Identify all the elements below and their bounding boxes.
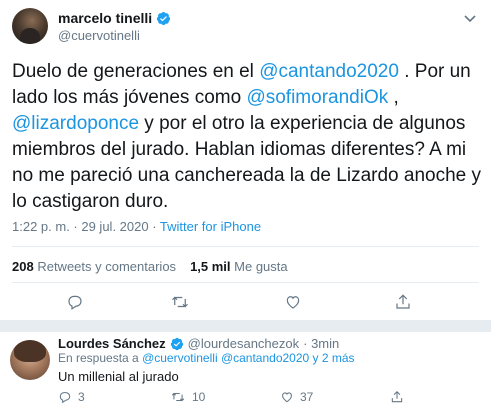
likes-stat[interactable]: 1,5 mil Me gusta bbox=[190, 259, 288, 274]
mention-link[interactable]: @sofimorandiOk bbox=[246, 87, 388, 108]
replying-to: En respuesta a @cuervotinelli @cantando2… bbox=[58, 351, 355, 365]
tweet-text-line: miembros del jurado. Hablan idiomas dife… bbox=[12, 137, 482, 163]
avatar[interactable] bbox=[10, 340, 50, 380]
likes-label: Me gusta bbox=[234, 259, 288, 274]
tweet-stats: 208 Retweets y comentarios 1,5 mil Me gu… bbox=[12, 259, 288, 274]
tweet-text-segment: miembros del jurado. Hablan idiomas dife… bbox=[12, 139, 467, 160]
reply-likes-count: 37 bbox=[300, 390, 314, 404]
likes-count: 1,5 mil bbox=[190, 259, 231, 274]
tweet-text-segment: . Por un bbox=[398, 61, 471, 82]
retweets-label: Retweets y comentarios bbox=[37, 259, 177, 274]
tweet-header: marcelo tinelli @cuervotinelli bbox=[0, 0, 491, 52]
tweet-text-segment: y por el otro la experiencia de algunos bbox=[139, 113, 466, 134]
reply-button[interactable] bbox=[65, 292, 85, 312]
author-name-row: marcelo tinelli bbox=[58, 10, 171, 26]
author-name[interactable]: marcelo tinelli bbox=[58, 10, 152, 26]
reply-timestamp[interactable]: · 3min bbox=[303, 336, 339, 351]
replying-to-prefix: En respuesta a bbox=[58, 351, 143, 365]
mention-link[interactable]: @lizardoponce bbox=[12, 113, 139, 134]
author-handle[interactable]: @cuervotinelli bbox=[58, 28, 140, 43]
reply-share-button[interactable] bbox=[390, 390, 404, 404]
share-icon bbox=[391, 391, 403, 403]
divider bbox=[12, 246, 479, 247]
reply-replies-count: 3 bbox=[78, 390, 85, 404]
reply-author-handle[interactable]: @lourdesanchezok bbox=[188, 336, 299, 351]
tweet-text-line: lado los más jóvenes como @sofimorandiOk… bbox=[12, 85, 482, 111]
conversation-separator bbox=[0, 320, 491, 332]
tweet-timestamp[interactable]: 1:22 p. m. · 29 jul. 2020 · bbox=[12, 219, 160, 234]
verified-badge-icon bbox=[170, 337, 183, 350]
tweet-meta: 1:22 p. m. · 29 jul. 2020 · Twitter for … bbox=[12, 219, 261, 234]
reply-reply-button[interactable]: 3 bbox=[58, 390, 85, 404]
tweet-text-line: lo castigaron duro. bbox=[12, 189, 482, 215]
retweets-count: 208 bbox=[12, 259, 34, 274]
reply-text: Un millenial al jurado bbox=[58, 369, 179, 384]
tweet-text-segment: , bbox=[388, 87, 399, 108]
replying-to-users-link[interactable]: @cuervotinelli @cantando2020 y 2 más bbox=[142, 351, 354, 365]
reply-icon bbox=[68, 295, 82, 310]
retweet-button[interactable] bbox=[170, 292, 190, 312]
like-button[interactable] bbox=[283, 292, 303, 312]
reply-like-button[interactable]: 37 bbox=[280, 390, 313, 404]
reply-tweet[interactable]: Lourdes Sánchez @lourdesanchezok · 3min … bbox=[0, 332, 491, 415]
reply-author-name[interactable]: Lourdes Sánchez bbox=[58, 336, 166, 351]
divider bbox=[12, 282, 479, 283]
reply-retweet-button[interactable]: 10 bbox=[170, 390, 205, 404]
tweet-text-line: no me pareció una canchereada la de Liza… bbox=[12, 163, 482, 189]
tweet-text-segment: Duelo de generaciones en el bbox=[12, 61, 260, 82]
tweet-text: Duelo de generaciones en el @cantando202… bbox=[12, 59, 482, 215]
tweet-text-segment: lado los más jóvenes como bbox=[12, 87, 247, 108]
like-icon bbox=[282, 392, 292, 403]
retweet-icon bbox=[171, 392, 185, 402]
tweet-source-link[interactable]: Twitter for iPhone bbox=[160, 219, 261, 234]
tweet-text-line: @lizardoponce y por el otro la experienc… bbox=[12, 111, 482, 137]
share-button[interactable] bbox=[393, 292, 413, 312]
tweet-text-line: Duelo de generaciones en el @cantando202… bbox=[12, 59, 482, 85]
reply-retweets-count: 10 bbox=[192, 390, 206, 404]
avatar[interactable] bbox=[12, 8, 48, 44]
like-icon bbox=[286, 296, 300, 309]
chevron-down-icon bbox=[464, 15, 476, 23]
tweet-text-segment: lo castigaron duro. bbox=[12, 191, 169, 212]
reply-action-bar: 3 10 37 bbox=[58, 390, 478, 406]
retweets-stat[interactable]: 208 Retweets y comentarios bbox=[12, 259, 176, 274]
tweet-text-segment: no me pareció una canchereada la de Liza… bbox=[12, 165, 481, 186]
retweet-icon bbox=[172, 296, 188, 308]
reply-icon bbox=[59, 392, 71, 404]
more-options-button[interactable] bbox=[461, 10, 479, 28]
verified-badge-icon bbox=[157, 11, 171, 25]
mention-link[interactable]: @cantando2020 bbox=[259, 61, 399, 82]
tweet-action-bar bbox=[0, 292, 491, 312]
share-icon bbox=[396, 294, 410, 309]
reply-header: Lourdes Sánchez @lourdesanchezok · 3min bbox=[58, 336, 339, 351]
